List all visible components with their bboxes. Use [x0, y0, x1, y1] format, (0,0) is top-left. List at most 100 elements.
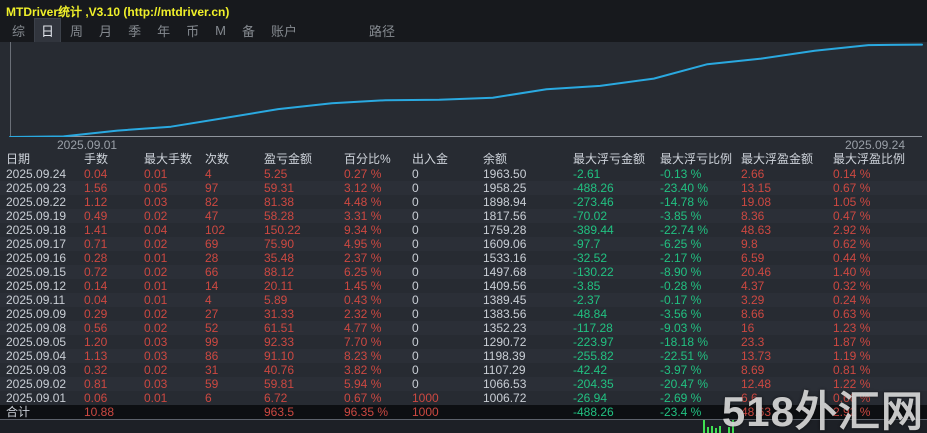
mini-histogram-bar: [711, 426, 713, 433]
cell-11: 0.81 %: [833, 363, 871, 377]
menu-item-4[interactable]: 月: [93, 19, 118, 42]
table-row[interactable]: 2025.09.23 1.56 0.05 97 59.31 3.12 % 0 1958.25 -…: [0, 181, 927, 195]
cell-5: 8.23 %: [344, 349, 382, 363]
cell-3: 82: [205, 195, 219, 209]
table-row[interactable]: 2025.09.16 0.28 0.01 28 35.48 2.37 % 0 1533.16 -…: [0, 251, 927, 265]
cell-2: 0.04: [144, 223, 168, 237]
mini-histogram-bar: [707, 427, 709, 433]
cell-2: 0.03: [144, 377, 168, 391]
cell-3: 47: [205, 209, 219, 223]
cell-3: 52: [205, 321, 219, 335]
table-row[interactable]: 2025.09.09 0.29 0.02 27 31.33 2.32 % 0 1383.56 -…: [0, 307, 927, 321]
cell-7: 1389.45: [483, 293, 527, 307]
cell-3: 99: [205, 335, 219, 349]
cell-8: -2.61: [573, 167, 601, 181]
table-row[interactable]: 2025.09.15 0.72 0.02 66 88.12 6.25 % 0 1497.68 -…: [0, 265, 927, 279]
cell-11: 1.23 %: [833, 321, 871, 335]
cell-7: 1963.50: [483, 167, 527, 181]
cell-5: 3.31 %: [344, 209, 382, 223]
menu-item-3[interactable]: 周: [64, 19, 89, 42]
title-bar: MTDriver统计 ,V3.10 (http://mtdriver.cn): [0, 0, 927, 19]
cell-6: 0: [412, 223, 419, 237]
table-row[interactable]: 2025.09.03 0.32 0.02 31 40.76 3.82 % 0 1107.29 -…: [0, 363, 927, 377]
menu-item-1[interactable]: 综: [6, 19, 31, 42]
cell-7: 1533.16: [483, 251, 527, 265]
column-header-0: 日期: [6, 152, 31, 166]
x-axis-start-label: 2025.09.01: [57, 138, 118, 152]
cell-9: -8.90 %: [660, 265, 702, 279]
cell-1: 0.32: [84, 363, 108, 377]
mini-histogram-bar: [719, 426, 721, 433]
table-row[interactable]: 2025.09.04 1.13 0.03 86 91.10 8.23 % 0 1198.39 -…: [0, 349, 927, 363]
cell-6: 1000: [412, 391, 439, 405]
cell-4: 59.81: [264, 377, 295, 391]
cell-11: 1.19 %: [833, 349, 871, 363]
cell-10: 6.59: [741, 251, 765, 265]
cell-0: 2025.09.04: [6, 349, 67, 363]
cell-9: -14.78 %: [660, 195, 709, 209]
menu-item-8[interactable]: M: [209, 21, 232, 40]
cell-4: 58.28: [264, 209, 295, 223]
menu-item-2[interactable]: 日: [34, 17, 62, 43]
column-header-7: 余额: [483, 152, 508, 166]
cell-11: 1.87 %: [833, 335, 871, 349]
cell-8: -273.46: [573, 195, 614, 209]
menu-item-10[interactable]: 账户: [265, 19, 303, 42]
cell-2: 0.02: [144, 237, 168, 251]
cell-10: 8.66: [741, 307, 765, 321]
table-row[interactable]: 2025.09.18 1.41 0.04 102 150.22 9.34 % 0 1759.2…: [0, 223, 927, 237]
cell-4: 75.90: [264, 237, 295, 251]
cell-10: 8.69: [741, 363, 765, 377]
x-axis-end-label: 2025.09.24: [844, 138, 905, 152]
table-row[interactable]: 2025.09.24 0.04 0.01 4 5.25 0.27 % 0 1963.50 -2.…: [0, 167, 927, 181]
table-row[interactable]: 2025.09.11 0.04 0.01 4 5.89 0.43 % 0 1389.45 -2.…: [0, 293, 927, 307]
cell-7: 1409.56: [483, 279, 527, 293]
cell-5: 0.43 %: [344, 293, 382, 307]
cell-6: 0: [412, 279, 419, 293]
total-cell-8: -488.26: [573, 405, 614, 419]
cell-7: 1352.23: [483, 321, 527, 335]
cell-9: -2.17 %: [660, 251, 702, 265]
table-row[interactable]: 2025.09.08 0.56 0.02 52 61.51 4.77 % 0 1352.23 -…: [0, 321, 927, 335]
menu-item-path[interactable]: 路径: [363, 19, 401, 42]
mtdriver-stats-window: MTDriver统计 ,V3.10 (http://mtdriver.cn) 综…: [0, 0, 927, 433]
cell-11: 0.63 %: [833, 307, 871, 321]
cell-3: 59: [205, 377, 219, 391]
cell-0: 2025.09.02: [6, 377, 67, 391]
total-cell-0: 合计: [6, 405, 31, 419]
table-row[interactable]: 2025.09.17 0.71 0.02 69 75.90 4.95 % 0 1609.06 -…: [0, 237, 927, 251]
total-cell-7: [483, 405, 573, 419]
equity-curve-line: [9, 43, 923, 137]
menu-item-9[interactable]: 备: [236, 19, 261, 42]
cell-5: 0.67 %: [344, 391, 382, 405]
cell-4: 88.12: [264, 265, 295, 279]
menu-item-6[interactable]: 年: [151, 19, 176, 42]
cell-5: 5.94 %: [344, 377, 382, 391]
menu-item-5[interactable]: 季: [122, 19, 147, 42]
table-row[interactable]: 2025.09.12 0.14 0.01 14 20.11 1.45 % 0 1409.56 -…: [0, 279, 927, 293]
column-header-9: 最大浮亏比例: [660, 152, 733, 166]
cell-9: -0.13 %: [660, 167, 702, 181]
stats-table-body: 2025.09.24 0.04 0.01 4 5.25 0.27 % 0 1963.50 -2.…: [0, 167, 927, 405]
cell-6: 0: [412, 363, 419, 377]
cell-2: 0.03: [144, 335, 168, 349]
cell-11: 0.32 %: [833, 279, 871, 293]
equity-curve-chart: [9, 42, 923, 137]
cell-1: 0.56: [84, 321, 108, 335]
table-row[interactable]: 2025.09.22 1.12 0.03 82 81.38 4.48 % 0 1898.94 -…: [0, 195, 927, 209]
cell-2: 0.01: [144, 251, 168, 265]
column-header-10: 最大浮盈金额: [741, 152, 814, 166]
cell-8: -42.42: [573, 363, 608, 377]
cell-7: 1383.56: [483, 307, 527, 321]
cell-10: 48.63: [741, 223, 772, 237]
column-header-8: 最大浮亏金额: [573, 152, 646, 166]
cell-11: 0.47 %: [833, 209, 871, 223]
cell-7: 1198.39: [483, 349, 526, 363]
menu-item-7[interactable]: 币: [180, 19, 205, 42]
cell-3: 4: [205, 167, 212, 181]
total-cell-6: 1000: [412, 405, 439, 419]
cell-7: 1107.29: [483, 363, 526, 377]
cell-5: 2.32 %: [344, 307, 382, 321]
table-row[interactable]: 2025.09.05 1.20 0.03 99 92.33 7.70 % 0 1290.72 -…: [0, 335, 927, 349]
table-row[interactable]: 2025.09.19 0.49 0.02 47 58.28 3.31 % 0 1817.56 -…: [0, 209, 927, 223]
